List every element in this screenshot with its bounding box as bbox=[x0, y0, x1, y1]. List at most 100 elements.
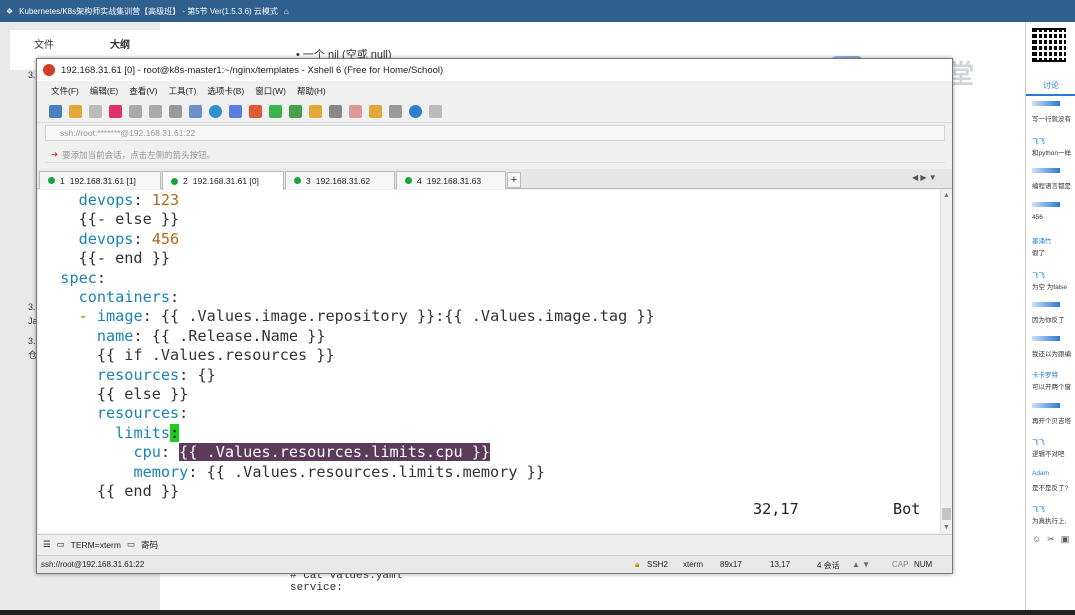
scrollbar-thumb[interactable] bbox=[942, 508, 951, 520]
chat-sender-name[interactable]: 飞飞 bbox=[1032, 138, 1045, 145]
terminal-text-segment: spec bbox=[60, 268, 97, 287]
menu-item[interactable]: 查看(V) bbox=[129, 85, 157, 97]
terminal-text-segment: {{- else }} bbox=[42, 210, 180, 229]
tab-outline[interactable]: 大纲 bbox=[110, 36, 130, 51]
chat-sender[interactable] bbox=[1032, 168, 1075, 175]
paste-icon[interactable] bbox=[149, 105, 162, 118]
chat-sender[interactable] bbox=[1032, 302, 1075, 309]
globe-icon[interactable] bbox=[209, 105, 222, 118]
chat-sender[interactable]: 墨涌竹 bbox=[1032, 235, 1075, 245]
terminal-type[interactable]: TERM=xterm bbox=[71, 540, 121, 550]
window-titlebar[interactable]: 192.168.31.61 [0] - root@k8s-master1:~/n… bbox=[37, 59, 952, 81]
chat-sender[interactable]: 卡卡罗特 bbox=[1032, 369, 1075, 379]
chat-sender[interactable]: 飞飞 bbox=[1032, 135, 1075, 145]
reconnect-icon[interactable] bbox=[109, 105, 122, 118]
xftp-icon[interactable] bbox=[249, 105, 262, 118]
tab-session-3[interactable]: 3 192.168.31.62 bbox=[285, 171, 395, 189]
font-icon[interactable] bbox=[229, 105, 242, 118]
terminal-text-segment: 123 bbox=[151, 191, 180, 209]
tab-session-1[interactable]: 1 192.168.31.61 [1] bbox=[39, 171, 161, 189]
search-icon[interactable] bbox=[169, 105, 182, 118]
chat-sender-name[interactable]: 飞飞 bbox=[1032, 439, 1045, 446]
xagent-icon[interactable] bbox=[269, 105, 282, 118]
terminal-line: devops: 123 bbox=[42, 191, 180, 210]
signal-bars-icon bbox=[1032, 101, 1060, 106]
help-icon[interactable] bbox=[409, 105, 422, 118]
menu-item[interactable]: 文件(F) bbox=[51, 85, 79, 97]
add-tab-button[interactable]: + bbox=[507, 172, 521, 188]
scroll-up-icon[interactable]: ▲ bbox=[943, 192, 950, 199]
chat-sender[interactable] bbox=[1032, 335, 1075, 343]
tab-discussion[interactable]: 讨论 bbox=[1026, 80, 1075, 96]
terminal-scrollbar[interactable]: ▲ ▼ bbox=[940, 190, 952, 533]
outline-item[interactable]: 3. bbox=[28, 70, 36, 80]
menu-item[interactable]: 帮助(H) bbox=[297, 85, 326, 97]
chat-sender-name[interactable]: Adam bbox=[1032, 470, 1049, 477]
chat-sender[interactable]: Adam bbox=[1032, 470, 1075, 477]
emoji-icon[interactable]: ☺ bbox=[1032, 534, 1041, 545]
tab-session-4[interactable]: 4 192.168.31.63 bbox=[396, 171, 506, 189]
terminal-line: {{- else }} bbox=[42, 210, 180, 229]
lock-icon[interactable] bbox=[309, 105, 322, 118]
tab-number: 1 bbox=[60, 175, 65, 186]
status-size: 89x17 bbox=[720, 560, 742, 569]
print-icon[interactable] bbox=[189, 105, 202, 118]
address-bar[interactable]: ssh://root:*******@192.168.31.61:22 bbox=[45, 125, 945, 141]
tab-number: 3 bbox=[306, 175, 311, 186]
layout-icon[interactable] bbox=[389, 105, 402, 118]
highlight-icon[interactable] bbox=[349, 105, 362, 118]
chat-sender[interactable]: 飞飞 bbox=[1032, 269, 1075, 279]
fullscreen-icon[interactable] bbox=[289, 105, 302, 118]
keyboard-icon[interactable] bbox=[329, 105, 342, 118]
new-session-icon[interactable] bbox=[49, 105, 62, 118]
open-folder-icon[interactable] bbox=[69, 105, 82, 118]
session-arrows-icon[interactable]: ▲ ▼ bbox=[852, 560, 870, 569]
menu-item[interactable]: 选项卡(B) bbox=[207, 85, 244, 97]
terminal-area[interactable]: devops: 123 {{- else }} devops: 456 {{- … bbox=[38, 190, 940, 533]
copy-icon[interactable] bbox=[129, 105, 142, 118]
chat-sender-name[interactable]: 飞飞 bbox=[1032, 506, 1045, 513]
app-titlebar: ❖ Kubernetes/K8s架构师实战集训营【高级班】 - 第5节 Ver(… bbox=[0, 0, 1075, 22]
scroll-down-icon[interactable]: ▼ bbox=[943, 524, 950, 531]
chat-sender[interactable] bbox=[1032, 101, 1075, 108]
tab-scroll-arrows[interactable]: ◀ ▶ ▼ bbox=[912, 173, 937, 182]
chat-sender[interactable]: 飞飞 bbox=[1032, 503, 1075, 513]
script-icon[interactable] bbox=[369, 105, 382, 118]
terminal-line: cpu: {{ .Values.resources.limits.cpu }} bbox=[42, 443, 491, 462]
encoding-label[interactable]: 寄码 bbox=[141, 539, 158, 551]
chat-sender-name[interactable]: 飞飞 bbox=[1032, 272, 1045, 279]
status-sessions: 4 会话 bbox=[817, 561, 840, 570]
app-icon: ❖ bbox=[6, 6, 14, 16]
toolbar bbox=[37, 101, 952, 123]
app-title: Kubernetes/K8s架构师实战集训营【高级班】 - 第5节 Ver(1.… bbox=[19, 6, 278, 16]
chat-sender[interactable] bbox=[1032, 201, 1075, 209]
outline-item[interactable]: 3. bbox=[28, 302, 36, 312]
bookmark-arrow-icon[interactable]: ➜ bbox=[51, 149, 58, 160]
terminal-text-segment: : {} bbox=[179, 365, 216, 384]
chat-sender-name[interactable]: 墨涌竹 bbox=[1032, 238, 1052, 245]
terminal-line: devops: 456 bbox=[42, 230, 180, 249]
code-line: service: bbox=[290, 582, 343, 594]
xshell-logo-icon bbox=[43, 64, 55, 76]
terminal-text-segment: : bbox=[170, 288, 180, 306]
chat-sender[interactable] bbox=[1032, 402, 1075, 410]
terminal-text-segment: {{ else }} bbox=[42, 385, 189, 403]
chat-message-text: 456 bbox=[1032, 213, 1043, 221]
outline-item[interactable]: 3. bbox=[28, 336, 36, 346]
menu-item[interactable]: 窗口(W) bbox=[255, 85, 286, 97]
menu-item[interactable]: 编辑(E) bbox=[90, 85, 118, 97]
tab-file[interactable]: 文件 bbox=[34, 36, 54, 51]
chat-icon[interactable] bbox=[429, 105, 442, 118]
scissors-icon[interactable]: ✂ bbox=[1047, 534, 1055, 545]
chat-sender[interactable]: 飞飞 bbox=[1032, 436, 1075, 446]
disconnect-icon[interactable] bbox=[89, 105, 102, 118]
home-icon[interactable]: ⌂ bbox=[284, 7, 289, 16]
chat-sender-name[interactable]: 卡卡罗特 bbox=[1032, 372, 1058, 379]
menu-icon[interactable]: ☰ bbox=[43, 539, 51, 550]
image-icon[interactable]: ▣ bbox=[1061, 534, 1070, 545]
menu-item[interactable]: 工具(T) bbox=[169, 85, 197, 97]
tab-session-2[interactable]: 2 192.168.31.61 [0] bbox=[162, 171, 284, 190]
